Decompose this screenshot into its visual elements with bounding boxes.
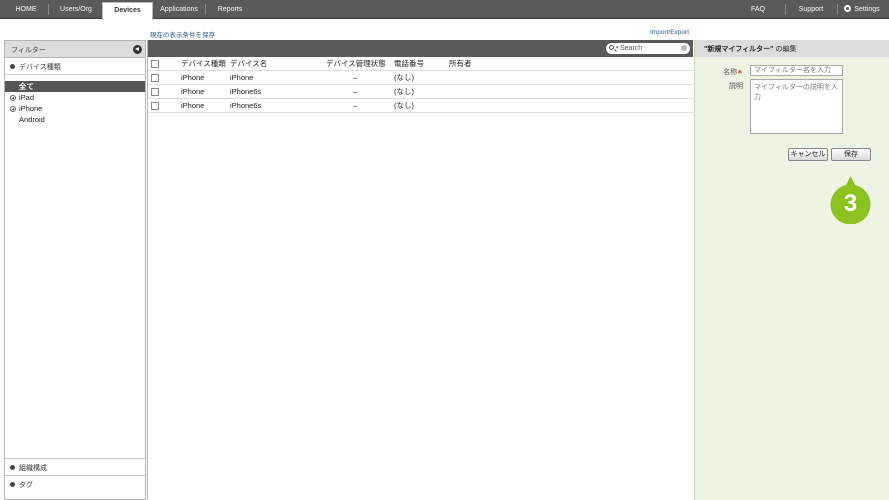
cell-management-state: – <box>353 87 358 96</box>
col-header-owner[interactable]: 所有者 <box>449 57 472 71</box>
sidebar-section-label: タグ <box>19 482 33 489</box>
cell-device-name: iPhone6s <box>230 87 262 96</box>
nav-separator <box>48 4 49 15</box>
row-checkbox[interactable] <box>151 102 159 110</box>
filter-description-input[interactable] <box>750 79 843 134</box>
nav-faq[interactable]: FAQ <box>743 0 773 19</box>
cell-management-state: – <box>353 101 358 110</box>
nav-separator <box>205 4 206 15</box>
search-input[interactable] <box>620 44 678 53</box>
save-conditions-link[interactable]: 現在の表示条件を保存 <box>150 29 215 39</box>
search-icon <box>609 45 614 50</box>
sidebar-section-device-type[interactable]: デバイス種類 <box>5 58 145 75</box>
cell-device-type: iPhone <box>181 101 205 110</box>
grid-toolbar: ▾ <box>148 40 693 57</box>
table-row[interactable]: iPhone iPhone – (なし) <box>148 71 693 85</box>
sidebar-title: フィルター <box>11 47 46 54</box>
callout-number: 3 <box>844 190 857 217</box>
select-all-checkbox[interactable] <box>151 60 159 68</box>
cell-phone: (なし) <box>394 73 414 82</box>
required-mark: ∗ <box>737 69 743 76</box>
sidebar-section-label: デバイス種類 <box>19 64 61 71</box>
cell-device-type: iPhone <box>181 87 205 96</box>
import-export-link[interactable]: Import/Export <box>650 29 689 36</box>
cell-device-name: iPhone6s <box>230 101 262 110</box>
col-header-device-type[interactable]: デバイス種類 <box>181 57 226 71</box>
col-header-device-name[interactable]: デバイス名 <box>230 57 267 71</box>
grid-header-row: デバイス種類 デバイス名 デバイス管理状態 電話番号 所有者 <box>148 57 693 71</box>
nav-tab-devices[interactable]: Devices <box>102 2 153 20</box>
nav-separator <box>785 4 786 15</box>
tree-item-label: iPad <box>19 93 35 102</box>
tree-item-label: iPhone <box>19 104 43 113</box>
sidebar-section-org[interactable]: 組織構成 <box>5 458 145 475</box>
nav-settings-label: Settings <box>854 6 880 13</box>
row-checkbox[interactable] <box>151 88 159 96</box>
cell-phone: (なし) <box>394 101 414 110</box>
nav-settings[interactable]: Settings <box>841 0 883 19</box>
panel-title: "新規マイフィルター" の編集 <box>704 44 796 54</box>
save-button[interactable]: 保存 <box>831 148 871 161</box>
col-header-management-state[interactable]: デバイス管理状態 <box>326 57 386 71</box>
top-nav: HOME Users/Org Devices Applications Repo… <box>0 0 889 20</box>
nav-separator <box>837 4 838 15</box>
tree-item-all[interactable]: 全て <box>5 81 145 92</box>
clear-search-icon[interactable] <box>681 45 687 51</box>
panel-title-filter-name: "新規マイフィルター" <box>704 46 774 53</box>
sidebar-section-tags[interactable]: タグ <box>5 475 145 492</box>
expand-icon[interactable] <box>10 106 16 112</box>
table-row[interactable]: iPhone iPhone6s – (なし) <box>148 99 693 113</box>
nav-tab-applications[interactable]: Applications <box>155 0 203 19</box>
tree-item-iphone[interactable]: iPhone <box>5 103 145 114</box>
tree-item-ipad[interactable]: iPad <box>5 92 145 103</box>
collapse-left-icon[interactable] <box>133 45 142 54</box>
device-type-tree: 全て iPad iPhone Android <box>5 81 145 125</box>
cell-phone: (なし) <box>394 87 414 96</box>
row-checkbox[interactable] <box>151 74 159 82</box>
nav-tab-reports[interactable]: Reports <box>210 0 250 19</box>
section-bullet-icon <box>10 465 15 470</box>
nav-support[interactable]: Support <box>792 0 830 19</box>
name-label-text: 名称 <box>723 69 738 76</box>
section-bullet-icon <box>10 482 15 487</box>
cell-device-name: iPhone <box>230 73 254 82</box>
app-window: HOME Users/Org Devices Applications Repo… <box>0 0 889 500</box>
nav-tab-home[interactable]: HOME <box>6 0 46 19</box>
table-row[interactable]: iPhone iPhone6s – (なし) <box>148 85 693 99</box>
section-bullet-icon <box>10 64 15 69</box>
panel-title-suffix: の編集 <box>773 46 797 53</box>
cell-management-state: – <box>353 73 358 82</box>
col-header-phone[interactable]: 電話番号 <box>394 57 424 71</box>
step-callout: 3 <box>830 176 871 224</box>
expand-icon[interactable] <box>10 95 16 101</box>
cell-device-type: iPhone <box>181 73 205 82</box>
gear-icon <box>844 5 852 12</box>
filter-sidebar: フィルター デバイス種類 全て iPad iPhone Android 組織構成… <box>4 40 146 500</box>
cancel-button[interactable]: キャンセル <box>788 148 828 161</box>
description-label: 説明 <box>729 83 743 90</box>
sidebar-section-label: 組織構成 <box>19 465 47 472</box>
chevron-down-icon[interactable]: ▾ <box>616 45 619 51</box>
name-label: 名称∗ <box>703 67 743 77</box>
sidebar-header: フィルター <box>5 41 145 58</box>
device-grid: ▾ デバイス種類 デバイス名 デバイス管理状態 電話番号 所有者 iPhone … <box>147 40 693 500</box>
filter-name-input[interactable] <box>750 65 843 76</box>
panel-header: "新規マイフィルター" の編集 <box>695 40 889 57</box>
nav-tab-users-org[interactable]: Users/Org <box>52 0 100 19</box>
search-box[interactable]: ▾ <box>606 43 690 54</box>
tree-item-android[interactable]: Android <box>5 114 145 125</box>
